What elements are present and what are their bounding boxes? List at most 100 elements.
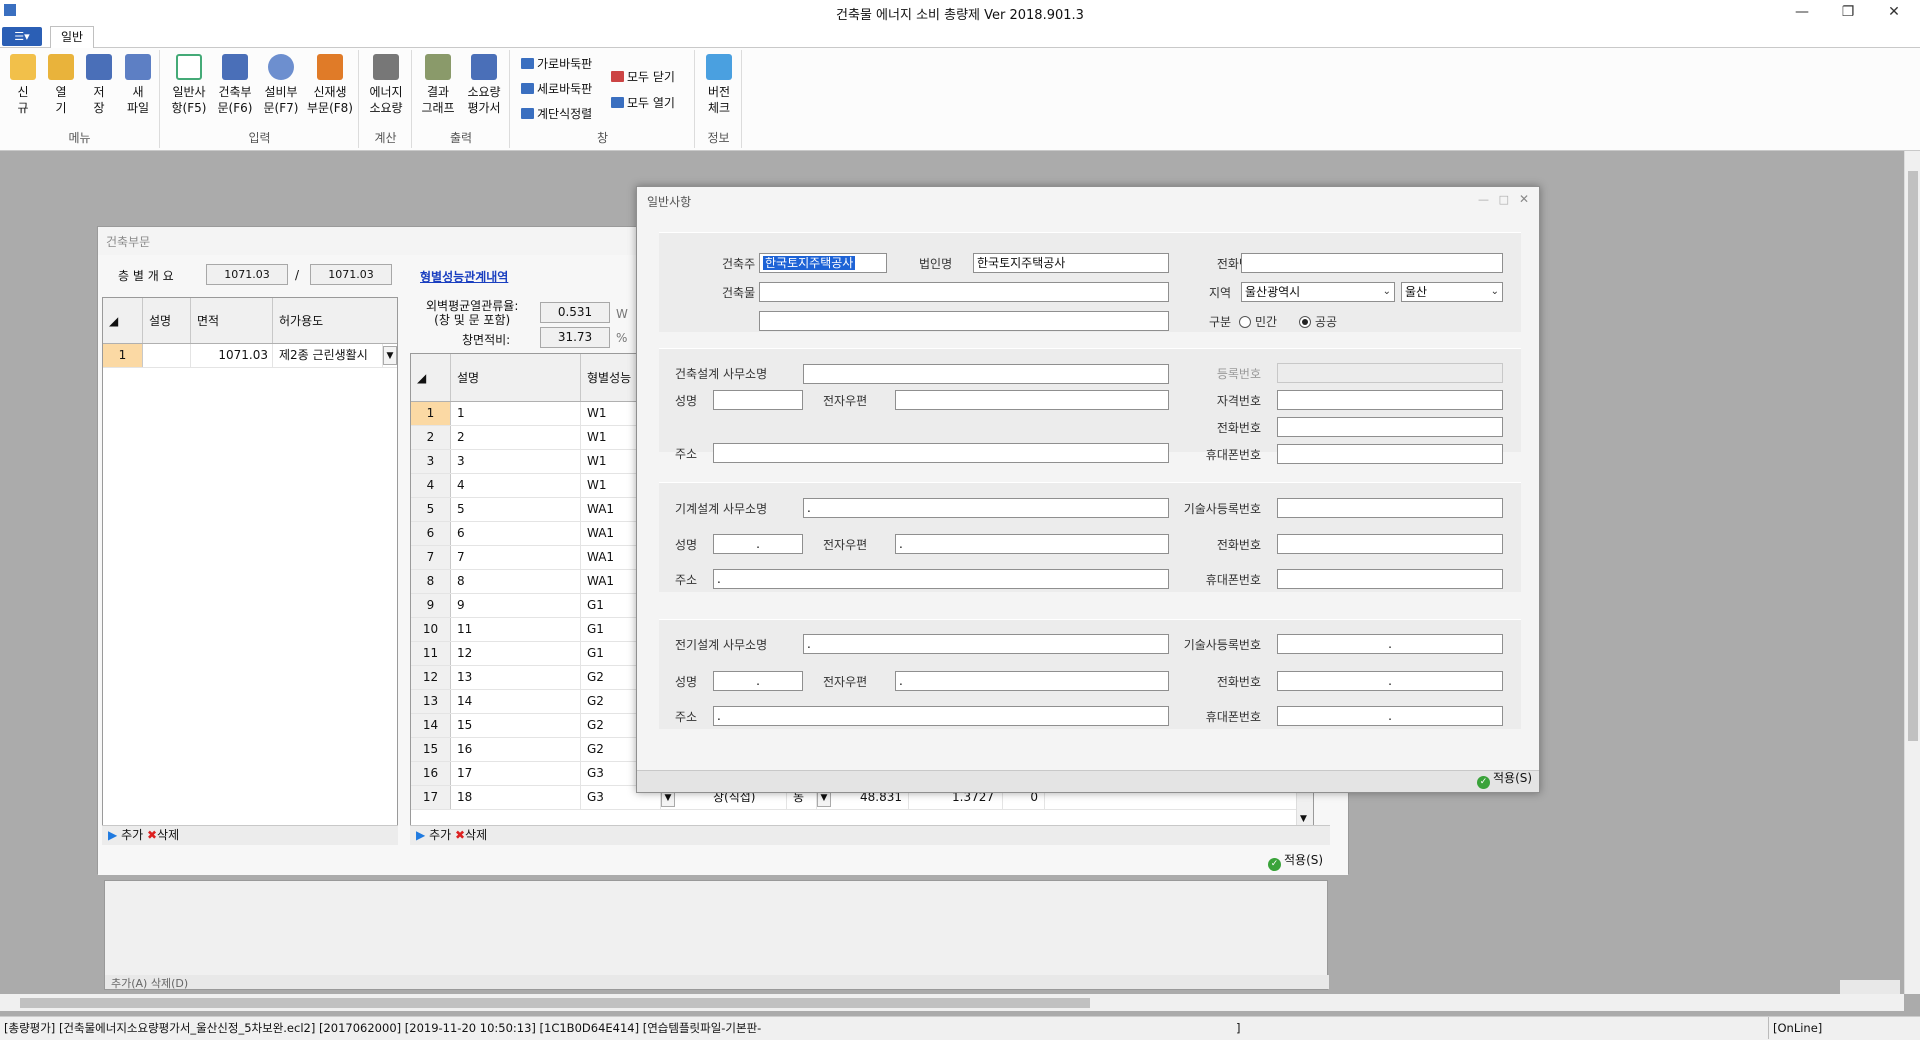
building-button[interactable]: 건축부 문(F6) bbox=[213, 54, 257, 116]
corner-cell[interactable]: ◢ bbox=[103, 298, 143, 343]
elec-mobile-field[interactable]: . bbox=[1277, 706, 1503, 726]
license-field[interactable] bbox=[1277, 390, 1503, 410]
col-header-area[interactable]: 면적 bbox=[191, 298, 273, 343]
delete-button[interactable]: 삭제 bbox=[465, 828, 487, 842]
energy-calc-button[interactable]: 에너지 소요량 bbox=[364, 54, 408, 116]
cell-desc[interactable]: 13 bbox=[451, 666, 581, 689]
area-input-2[interactable]: 1071.03 bbox=[310, 264, 392, 285]
arch-mobile-field[interactable] bbox=[1277, 444, 1503, 464]
renewable-button[interactable]: 신재생 부문(F8) bbox=[305, 54, 355, 116]
region-select-1[interactable]: 울산광역시 ⌄ bbox=[1241, 282, 1395, 302]
cell-desc[interactable]: 16 bbox=[451, 738, 581, 761]
col-header-desc[interactable]: 설명 bbox=[451, 354, 581, 401]
tile-horizontal-button[interactable]: 가로바둑판 bbox=[521, 55, 592, 72]
cell-desc[interactable]: 1 bbox=[451, 402, 581, 425]
close-button[interactable]: ✕ bbox=[1874, 2, 1914, 22]
mech-mobile-field[interactable] bbox=[1277, 569, 1503, 589]
version-check-button[interactable]: 버전 체크 bbox=[698, 54, 740, 116]
delete-button[interactable]: 삭제 bbox=[157, 828, 179, 842]
use-dropdown-button[interactable]: ▼ bbox=[383, 346, 397, 365]
elec-tel-field[interactable]: . bbox=[1277, 671, 1503, 691]
minimize-icon[interactable]: — bbox=[1478, 193, 1489, 206]
cell-desc[interactable]: 11 bbox=[451, 618, 581, 641]
cell-desc[interactable]: 6 bbox=[451, 522, 581, 545]
arch-email-field[interactable] bbox=[895, 390, 1169, 410]
mech-tel-field[interactable] bbox=[1277, 534, 1503, 554]
mech-office-field[interactable]: . bbox=[803, 498, 1169, 518]
cascade-button[interactable]: 계단식정렬 bbox=[521, 105, 592, 122]
region-select-2[interactable]: 울산 ⌄ bbox=[1401, 282, 1503, 302]
cell-desc[interactable]: 18 bbox=[451, 786, 581, 809]
table-row[interactable]: 1 1071.03 제2종 근린생활시 ▼ bbox=[103, 344, 397, 368]
address-field[interactable] bbox=[759, 311, 1169, 331]
cell-use[interactable]: 제2종 근린생활시 bbox=[273, 344, 383, 367]
close-icon[interactable]: ✕ bbox=[1519, 192, 1529, 206]
cell-desc[interactable]: 14 bbox=[451, 690, 581, 713]
elec-name-field[interactable]: . bbox=[713, 671, 803, 691]
mech-address-field[interactable]: . bbox=[713, 569, 1169, 589]
save-button[interactable]: 저 장 bbox=[82, 54, 116, 116]
cell-desc[interactable]: 7 bbox=[451, 546, 581, 569]
scroll-down-icon[interactable]: ▼ bbox=[1300, 814, 1307, 824]
vertical-scrollbar[interactable] bbox=[1904, 151, 1920, 994]
cell-desc[interactable]: 4 bbox=[451, 474, 581, 497]
maximize-icon[interactable]: □ bbox=[1499, 193, 1509, 206]
elec-address-field[interactable]: . bbox=[713, 706, 1169, 726]
cell-desc[interactable]: 2 bbox=[451, 426, 581, 449]
open-button[interactable]: 열 기 bbox=[44, 54, 78, 116]
arch-tel-field[interactable] bbox=[1277, 417, 1503, 437]
corp-field[interactable]: 한국토지주택공사 bbox=[973, 253, 1169, 273]
app-menu-button[interactable]: ☰▾ bbox=[2, 27, 42, 46]
cell-desc[interactable]: 17 bbox=[451, 762, 581, 785]
tab-general[interactable]: 일반 bbox=[50, 26, 94, 49]
new-button[interactable]: 신 규 bbox=[6, 54, 40, 116]
mech-name-field[interactable]: . bbox=[713, 534, 803, 554]
cell-desc[interactable]: 9 bbox=[451, 594, 581, 617]
area-input-1[interactable]: 1071.03 bbox=[206, 264, 288, 285]
license-label: 자격번호 bbox=[1216, 394, 1261, 408]
minimize-button[interactable]: — bbox=[1782, 2, 1822, 22]
col-header-use[interactable]: 허가용도 bbox=[273, 298, 397, 343]
corner-cell[interactable]: ◢ bbox=[411, 354, 451, 401]
close-all-button[interactable]: 모두 닫기 bbox=[611, 68, 675, 85]
type-public-radio[interactable]: 공공 bbox=[1299, 313, 1337, 330]
restore-button[interactable]: ❐ bbox=[1828, 2, 1868, 22]
tile-vertical-button[interactable]: 세로바둑판 bbox=[521, 80, 592, 97]
add-button[interactable]: 추가 bbox=[429, 828, 451, 842]
row-number: 8 bbox=[411, 570, 451, 593]
building-apply-button[interactable]: ✓ 적용(S) bbox=[1262, 851, 1329, 871]
elec-email-field[interactable]: . bbox=[895, 671, 1169, 691]
new-file-button[interactable]: 새 파일 bbox=[118, 54, 158, 116]
col-header-desc[interactable]: 설명 bbox=[143, 298, 191, 343]
building-name-field[interactable] bbox=[759, 282, 1169, 302]
elec-tech-reg-field[interactable]: . bbox=[1277, 634, 1503, 654]
mech-tech-reg-field[interactable] bbox=[1277, 498, 1503, 518]
vertical-scroll-thumb[interactable] bbox=[1908, 171, 1918, 741]
performance-link[interactable]: 형별성능관계내역 bbox=[420, 268, 508, 285]
cell-desc[interactable]: 5 bbox=[451, 498, 581, 521]
general-button[interactable]: 일반사 항(F5) bbox=[167, 54, 211, 116]
cell-area[interactable]: 1071.03 bbox=[191, 344, 273, 367]
elec-office-field[interactable]: . bbox=[803, 634, 1169, 654]
arch-address-field[interactable] bbox=[713, 443, 1169, 463]
equipment-button[interactable]: 설비부 문(F7) bbox=[259, 54, 303, 116]
cell-desc[interactable]: 8 bbox=[451, 570, 581, 593]
phone-field[interactable] bbox=[1241, 253, 1503, 273]
arch-name-field[interactable] bbox=[713, 390, 803, 410]
horizontal-scrollbar[interactable] bbox=[0, 994, 1904, 1011]
cell-desc[interactable]: 12 bbox=[451, 642, 581, 665]
owner-field[interactable]: 한국토지주택공사 bbox=[759, 253, 887, 273]
cell-desc[interactable] bbox=[143, 344, 191, 367]
cell-desc[interactable]: 15 bbox=[451, 714, 581, 737]
add-button[interactable]: 추가 bbox=[121, 828, 143, 842]
report-button[interactable]: 소요량 평가서 bbox=[461, 54, 507, 116]
graph-button[interactable]: 결과 그래프 bbox=[415, 54, 461, 116]
cell-desc[interactable]: 3 bbox=[451, 450, 581, 473]
type-private-radio[interactable]: 민간 bbox=[1239, 313, 1277, 330]
mech-email-field[interactable]: . bbox=[895, 534, 1169, 554]
general-apply-button[interactable]: ✓ 적용(S) bbox=[1471, 769, 1538, 789]
arch-name-label: 성명 bbox=[675, 394, 698, 408]
open-all-button[interactable]: 모두 열기 bbox=[611, 94, 675, 111]
horizontal-scroll-thumb[interactable] bbox=[20, 998, 1090, 1008]
arch-office-field[interactable] bbox=[803, 364, 1169, 384]
